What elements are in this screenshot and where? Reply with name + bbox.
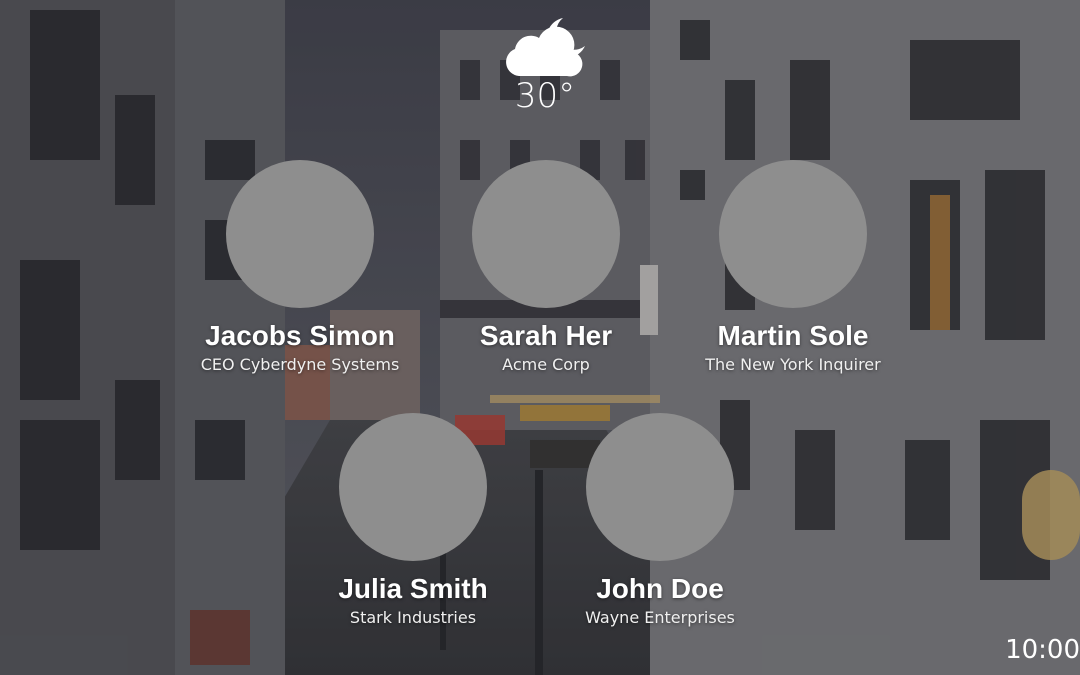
temperature-label: 30° xyxy=(514,76,576,116)
clock-time: 10:00 xyxy=(1005,635,1080,665)
contact-organization: CEO Cyberdyne Systems xyxy=(200,355,400,374)
contact-card[interactable]: Martin Sole The New York Inquirer xyxy=(663,160,923,376)
contact-organization: Stark Industries xyxy=(349,608,477,627)
contact-name: Julia Smith xyxy=(338,573,488,604)
contact-card[interactable]: John Doe Wayne Enterprises xyxy=(530,413,790,629)
avatar[interactable] xyxy=(586,413,734,561)
weather-widget[interactable]: 30° xyxy=(470,10,620,116)
contact-card[interactable]: Sarah Her Acme Corp xyxy=(416,160,676,376)
avatar[interactable] xyxy=(226,160,374,308)
contact-organization: Acme Corp xyxy=(502,355,590,374)
contact-name: John Doe xyxy=(596,573,724,604)
avatar[interactable] xyxy=(472,160,620,308)
contact-card[interactable]: Jacobs Simon CEO Cyberdyne Systems xyxy=(170,160,430,376)
contact-card[interactable]: Julia Smith Stark Industries xyxy=(283,413,543,629)
avatar[interactable] xyxy=(719,160,867,308)
contact-name: Jacobs Simon xyxy=(205,320,395,351)
contact-name: Sarah Her xyxy=(479,320,613,351)
avatar[interactable] xyxy=(339,413,487,561)
contact-organization: The New York Inquirer xyxy=(705,355,881,374)
contact-organization: Wayne Enterprises xyxy=(585,608,735,627)
cloud-moon-icon xyxy=(470,10,620,80)
contact-name: Martin Sole xyxy=(717,320,869,351)
